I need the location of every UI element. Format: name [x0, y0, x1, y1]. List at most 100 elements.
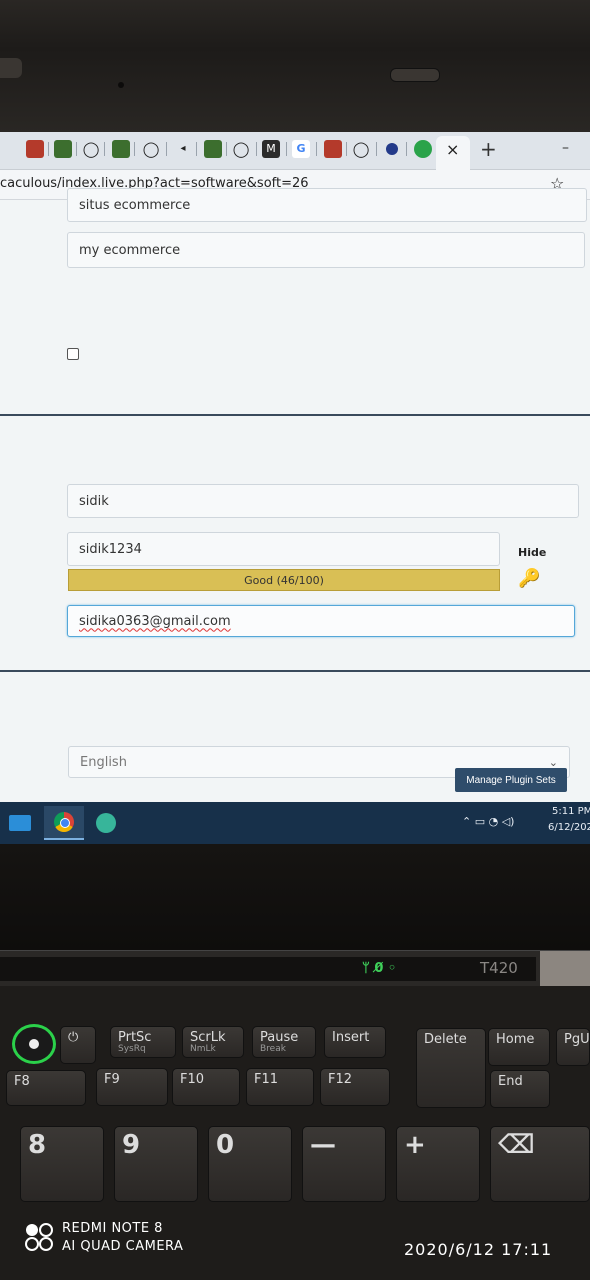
admin-password-value: sidik1234	[79, 541, 142, 557]
key-pause: Pause Break	[252, 1026, 316, 1058]
tab-favicon-softaculous-icon[interactable]	[112, 140, 130, 158]
taskbar-chrome-icon[interactable]	[44, 806, 84, 840]
tab-favicon-red-icon[interactable]	[26, 140, 44, 158]
tab-separator	[76, 142, 77, 156]
password-strength-label: Good (46/100)	[244, 573, 324, 587]
taskbar-clock-date[interactable]: 6/12/2020	[548, 822, 590, 833]
tab-separator	[286, 142, 287, 156]
camera-lens-logo-icon	[25, 1223, 53, 1251]
tab-favicon-red-icon[interactable]	[324, 140, 342, 158]
laptop-top-bezel	[0, 0, 590, 140]
key-f8: F8	[6, 1070, 86, 1106]
tab-favicon-whatsapp-icon[interactable]	[414, 140, 432, 158]
manage-plugin-sets-button[interactable]: Manage Plugin Sets	[455, 768, 567, 792]
tab-favicon-blue-dot-icon[interactable]	[386, 143, 398, 155]
key-minus: —	[302, 1126, 386, 1202]
site-description-input[interactable]: my ecommerce	[67, 232, 585, 268]
key-plus: +	[396, 1126, 480, 1202]
site-description-value: my ecommerce	[79, 242, 181, 258]
lid-latch-left	[0, 58, 22, 78]
model-label: T420	[480, 959, 518, 977]
key-f12: F12	[320, 1068, 390, 1106]
admin-email-value: sidika0363@gmail.com	[79, 613, 231, 629]
status-strip	[0, 957, 536, 981]
key-sysrq-label: SysRq	[118, 1044, 146, 1055]
hide-password-link[interactable]: Hide	[518, 546, 546, 559]
camera-watermark-text: REDMI NOTE 8 AI QUAD CAMERA	[62, 1220, 183, 1255]
tab-separator	[406, 142, 407, 156]
tab-separator	[134, 142, 135, 156]
admin-username-value: sidik	[79, 493, 109, 509]
hinge-cap	[540, 951, 590, 987]
tab-favicon-medium-icon[interactable]: M	[262, 140, 280, 158]
site-name-value: situs ecommerce	[79, 197, 191, 213]
site-name-input[interactable]: situs ecommerce	[67, 188, 587, 222]
key-9-label: 9	[122, 1130, 141, 1160]
key-end-label: End	[498, 1074, 523, 1089]
key-f11-label: F11	[254, 1072, 279, 1087]
key-scrlk-label: ScrLk	[190, 1030, 226, 1045]
key-scrlk: ScrLk NmLk	[182, 1026, 244, 1058]
key-pause-label: Pause	[260, 1030, 299, 1045]
tab-separator	[316, 142, 317, 156]
tab-favicon-github-icon[interactable]: ◯	[352, 140, 370, 158]
laptop-hinge: ᛘ 0̸ ◦ T420	[0, 950, 590, 987]
new-tab-button[interactable]: +	[480, 137, 497, 161]
admin-email-input[interactable]: sidika0363@gmail.com	[67, 605, 575, 637]
admin-username-input[interactable]: sidik	[67, 484, 579, 518]
tab-favicon-softaculous-icon[interactable]	[204, 140, 222, 158]
key-f11: F11	[246, 1068, 314, 1106]
power-button-icon	[12, 1024, 56, 1064]
taskbar-clock-time[interactable]: 5:11 PM	[552, 806, 590, 817]
key-f10: F10	[172, 1068, 240, 1106]
status-led-icons: ᛘ 0̸ ◦	[362, 961, 397, 976]
ambient-sensor	[118, 82, 124, 88]
tab-favicon-google-icon[interactable]: G	[292, 140, 310, 158]
tab-separator	[226, 142, 227, 156]
key-break-label: Break	[260, 1044, 286, 1055]
key-f10-label: F10	[180, 1072, 205, 1087]
taskbar-mail-icon[interactable]	[0, 806, 40, 840]
camera-model-name: AI QUAD CAMERA	[62, 1238, 184, 1254]
key-pgup-label: PgU	[564, 1032, 590, 1047]
lid-latch	[390, 68, 440, 82]
tab-close-icon[interactable]: ×	[446, 140, 459, 159]
multisite-checkbox[interactable]	[67, 348, 79, 360]
tab-favicon-github-icon[interactable]: ◯	[232, 140, 250, 158]
key-power-small: ⏻	[60, 1026, 96, 1064]
key-insert: Insert	[324, 1026, 386, 1058]
window-minimize-icon[interactable]: –	[562, 140, 569, 156]
system-tray-icons[interactable]: ⌃ ▭ ◔ ◁)	[462, 815, 514, 828]
backspace-icon: ⌫	[498, 1130, 535, 1160]
laptop-screen: ◯ ◯ ◂ ◯ M G ◯ × + – caculous/index.live.…	[0, 132, 590, 844]
tab-favicon-softaculous-icon[interactable]	[54, 140, 72, 158]
tab-favicon-github-icon[interactable]: ◯	[82, 140, 100, 158]
key-0-label: 0	[216, 1130, 235, 1160]
key-backspace: ⌫	[490, 1126, 590, 1202]
language-select-value: English	[80, 754, 127, 770]
key-prtsc-label: PrtSc	[118, 1030, 152, 1045]
camera-device-name: REDMI NOTE 8	[62, 1221, 163, 1236]
key-minus-label: —	[310, 1130, 336, 1160]
browser-tab-strip: ◯ ◯ ◂ ◯ M G ◯ × + –	[0, 132, 590, 170]
windows-taskbar: ⌃ ▭ ◔ ◁) 5:11 PM 6/12/2020	[0, 802, 590, 844]
admin-password-input[interactable]: sidik1234	[67, 532, 500, 566]
tab-separator	[346, 142, 347, 156]
laptop-lower-bezel	[0, 844, 590, 950]
key-0: 0	[208, 1126, 292, 1202]
tab-favicon-speaker-icon[interactable]: ◂	[174, 140, 192, 158]
chevron-down-icon: ⌄	[548, 755, 558, 769]
tab-separator	[256, 142, 257, 156]
key-end: End	[490, 1070, 550, 1108]
tab-favicon-github-icon[interactable]: ◯	[142, 140, 160, 158]
section-divider	[0, 670, 590, 672]
password-strength-meter: Good (46/100)	[68, 569, 500, 591]
key-insert-label: Insert	[332, 1030, 370, 1045]
taskbar-app-icon[interactable]	[86, 806, 126, 840]
tab-separator	[166, 142, 167, 156]
key-f12-label: F12	[328, 1072, 353, 1087]
key-f9-label: F9	[104, 1072, 120, 1087]
generate-password-key-icon[interactable]: 🔑	[518, 568, 540, 589]
key-nmlk-label: NmLk	[190, 1044, 216, 1055]
key-8: 8	[20, 1126, 104, 1202]
